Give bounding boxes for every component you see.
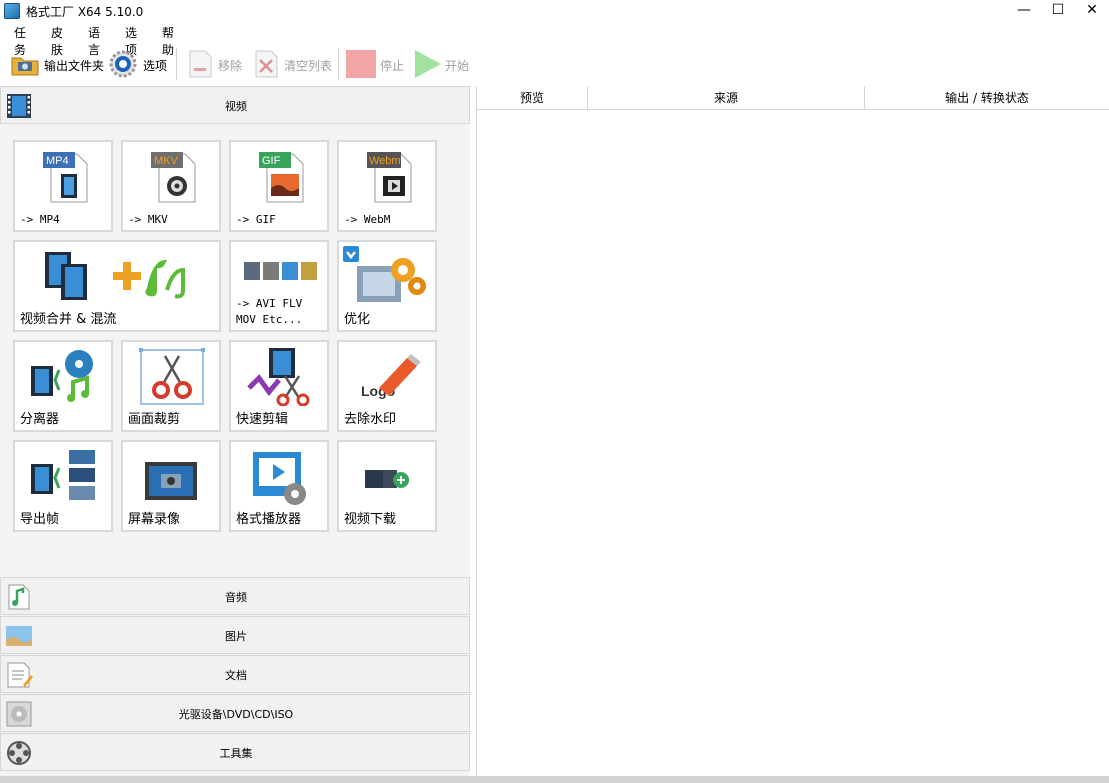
webm-badge-text: Webm: [369, 155, 401, 167]
app-icon: [4, 3, 20, 19]
tile-splitter[interactable]: 分离器: [13, 340, 113, 432]
category-audio[interactable]: 音频: [0, 577, 470, 615]
tile-video-download[interactable]: 视频下载: [337, 440, 437, 532]
tile-to-mkv-label: -> MKV: [128, 213, 168, 226]
gif-file-icon: GIF: [259, 152, 304, 203]
close-button[interactable]: ✕: [1075, 0, 1109, 20]
mkv-badge-text: MKV: [154, 155, 179, 167]
tile-quick-cut[interactable]: 快速剪辑: [229, 340, 329, 432]
tile-video-merge-label: 视频合并 & 混流: [20, 312, 117, 327]
maximize-button[interactable]: ☐: [1041, 0, 1075, 20]
screen-record-icon: [145, 462, 197, 500]
toolbar: 输出文件夹 选项 移除 清空列表 停止 开始: [0, 44, 1109, 84]
tile-video-merge[interactable]: 视频合并 & 混流: [13, 240, 221, 332]
start-button[interactable]: 开始: [413, 48, 473, 80]
play-icon: [415, 50, 441, 78]
mkv-file-icon: MKV: [151, 152, 196, 203]
quick-cut-icon: [247, 348, 310, 406]
video-download-icon: [365, 470, 409, 488]
window-title: 格式工厂 X64 5.10.0: [26, 5, 144, 19]
category-image-label: 图片: [225, 630, 247, 643]
stop-icon: [346, 50, 376, 78]
column-preview[interactable]: 预览: [477, 86, 588, 110]
tile-export-frames[interactable]: 导出帧: [13, 440, 113, 532]
tile-format-player-label: 格式播放器: [236, 512, 302, 527]
clear-list-label: 清空列表: [284, 59, 333, 73]
category-video[interactable]: 视频: [0, 86, 470, 124]
tile-screen-record[interactable]: 屏幕录像: [121, 440, 221, 532]
tile-crop-label: 画面裁剪: [128, 412, 181, 427]
options-button[interactable]: 选项: [108, 48, 170, 80]
tile-format-player[interactable]: 格式播放器: [229, 440, 329, 532]
column-source[interactable]: 来源: [588, 86, 865, 110]
category-tools[interactable]: 工具集: [0, 733, 470, 771]
stop-label: 停止: [380, 59, 405, 73]
clear-list-button[interactable]: 清空列表: [252, 48, 332, 80]
crop-scissors-icon: [139, 348, 205, 405]
tile-optimize[interactable]: 优化: [337, 240, 437, 332]
tile-remove-watermark-label: 去除水印: [344, 412, 397, 427]
gear-icon: [109, 50, 137, 78]
clear-list-icon: [255, 50, 278, 78]
title-bar: 格式工厂 X64 5.10.0 — ☐ ✕: [0, 0, 1109, 20]
multi-format-icon: [244, 262, 317, 280]
webm-file-icon: Webm: [367, 152, 412, 203]
mp4-badge-text: MP4: [46, 155, 69, 167]
category-document[interactable]: 文档: [0, 655, 470, 693]
tile-to-webm-label: -> WebM: [344, 213, 391, 226]
minimize-button[interactable]: —: [1007, 0, 1041, 20]
category-disc[interactable]: 光驱设备\DVD\CD\ISO: [0, 694, 470, 732]
tile-to-gif-label: -> GIF: [236, 213, 276, 226]
tile-optimize-label: 优化: [344, 312, 371, 327]
merge-icon: [45, 252, 185, 300]
options-label: 选项: [143, 59, 168, 73]
remove-label: 移除: [218, 59, 243, 73]
splitter-icon: [31, 350, 93, 402]
tile-to-avi-flv-mov[interactable]: -> AVI FLV MOV Etc...: [229, 240, 329, 332]
tile-to-mp4[interactable]: MP4 -> MP4: [13, 140, 113, 232]
tile-crop[interactable]: 画面裁剪: [121, 340, 221, 432]
export-frames-icon: [31, 450, 95, 500]
output-folder-button[interactable]: 输出文件夹: [10, 48, 105, 80]
tile-quick-cut-label: 快速剪辑: [236, 412, 289, 427]
tile-to-webm[interactable]: Webm -> WebM: [337, 140, 437, 232]
remove-button[interactable]: 移除: [186, 48, 246, 80]
toolbar-separator: [176, 48, 177, 80]
category-audio-label: 音频: [225, 591, 247, 604]
mp4-file-icon: MP4: [43, 152, 88, 203]
category-image[interactable]: 图片: [0, 616, 470, 654]
task-list-panel[interactable]: 预览 来源 输出 / 转换状态: [476, 86, 1109, 776]
eraser-icon: Logo: [361, 354, 421, 399]
toolbar-separator: [338, 48, 339, 80]
column-output-status[interactable]: 输出 / 转换状态: [865, 86, 1109, 110]
stop-button[interactable]: 停止: [346, 48, 406, 80]
output-folder-label: 输出文件夹: [44, 59, 105, 73]
gif-badge-text: GIF: [262, 155, 281, 167]
start-label: 开始: [445, 59, 470, 73]
category-tools-label: 工具集: [219, 747, 253, 760]
category-document-label: 文档: [225, 669, 247, 682]
tile-export-frames-label: 导出帧: [20, 512, 60, 527]
player-icon: [253, 452, 306, 505]
remove-doc-icon: [189, 50, 212, 78]
tile-video-download-label: 视频下载: [344, 512, 397, 527]
tile-remove-watermark[interactable]: Logo 去除水印: [337, 340, 437, 432]
category-disc-label: 光驱设备\DVD\CD\ISO: [178, 708, 294, 721]
optimize-gears-icon: [343, 246, 426, 302]
tile-to-mkv[interactable]: MKV -> MKV: [121, 140, 221, 232]
status-bar: [0, 776, 1109, 783]
folder-icon: [11, 57, 39, 76]
tile-splitter-label: 分离器: [20, 412, 60, 427]
tile-to-gif[interactable]: GIF -> GIF: [229, 140, 329, 232]
category-video-label: 视频: [225, 100, 247, 113]
tile-screen-record-label: 屏幕录像: [128, 512, 181, 527]
left-panel: 视频 MP4 -> MP4 MKV -> MKV GIF -> GIF Webm…: [0, 86, 470, 776]
tile-to-avi-flv-mov-label: -> AVI FLV MOV Etc...: [236, 297, 303, 326]
video-tools-grid: MP4 -> MP4 MKV -> MKV GIF -> GIF Webm ->…: [0, 126, 470, 576]
tile-to-mp4-label: -> MP4: [20, 213, 60, 226]
